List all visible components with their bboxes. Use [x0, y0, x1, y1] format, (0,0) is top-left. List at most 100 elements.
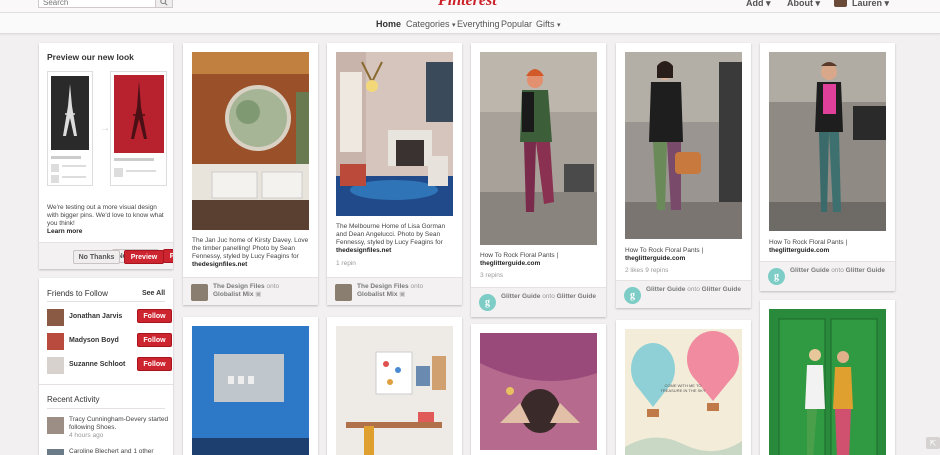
nav-categories-label: Categories [406, 19, 450, 29]
pinner-name[interactable]: The Design Files [213, 283, 265, 290]
pin-source-link[interactable]: theglitterguide.com [769, 247, 829, 254]
preview-button[interactable]: Preview [163, 249, 173, 263]
pinner-avatar[interactable]: g [479, 294, 496, 311]
activity-text: Caroline Blechert and 1 other [69, 448, 173, 455]
pin-image[interactable] [336, 326, 453, 455]
caret-down-icon: ▾ [452, 22, 456, 29]
pin-source-link[interactable]: theglitterguide.com [480, 260, 540, 267]
caret-down-icon: ▾ [557, 22, 561, 29]
friend-name[interactable]: Madyson Boyd [69, 337, 119, 344]
pinner-name[interactable]: Glitter Guide [790, 267, 829, 274]
top-bar: Pinterest Add ▾ About ▾ Lauren ▾ [0, 0, 940, 13]
friend-name[interactable]: Jonathan Jarvis [69, 313, 122, 320]
pinner-avatar[interactable]: g [768, 268, 785, 285]
board-name[interactable]: Globalist Mix [213, 291, 253, 298]
friend-row: Jonathan Jarvis Follow [47, 307, 173, 327]
recent-activity-title: Recent Activity [47, 395, 100, 404]
pin-stats: 1 repin [336, 260, 356, 267]
no-thanks-button[interactable]: No Thanks [73, 250, 120, 264]
board-name[interactable]: Glitter Guide [557, 293, 596, 300]
pin-attribution-text: Glitter Guide onto Glitter Guide [790, 267, 892, 275]
search-input[interactable] [38, 0, 156, 8]
friend-name[interactable]: Suzanne Schloot [69, 361, 125, 368]
nav-gifts[interactable]: Gifts ▾ [536, 19, 561, 29]
scroll-top-icon[interactable]: ⇱ [926, 437, 940, 449]
friend-avatar[interactable] [47, 309, 64, 326]
follow-button[interactable]: Follow [137, 333, 172, 347]
pin-description-text: How To Rock Floral Pants | [769, 239, 848, 246]
nav-gifts-label: Gifts [536, 19, 555, 29]
user-name: Lauren [852, 0, 883, 8]
pinner-name[interactable]: Glitter Guide [501, 293, 540, 300]
pin-description-text: The Melbourne Home of Lisa Gorman and De… [336, 223, 446, 246]
search-button[interactable] [155, 0, 173, 8]
pin-image[interactable] [192, 326, 309, 455]
pin-stats: 2 likes 9 repins [625, 267, 669, 274]
eiffel-tower-red-image [114, 75, 164, 153]
add-menu[interactable]: Add ▾ [746, 0, 771, 9]
onto-label: onto [410, 283, 424, 290]
pin-card[interactable] [471, 324, 606, 455]
pin-image[interactable] [625, 52, 742, 239]
user-menu[interactable]: Lauren ▾ [852, 0, 889, 9]
pinterest-logo[interactable]: Pinterest [438, 0, 497, 10]
activity-text: Tracy Cunningham-Devery started followin… [69, 416, 173, 440]
board-name[interactable]: Globalist Mix [357, 291, 397, 298]
pin-card[interactable]: How To Rock Floral Pants | theglitterguid… [471, 43, 606, 317]
pin-attribution-text: The Design Files onto Globalist Mix ▣ [213, 283, 315, 299]
pin-card[interactable] [183, 317, 318, 455]
see-all-link[interactable]: See All [142, 290, 165, 297]
pinner-avatar[interactable] [335, 284, 352, 301]
pin-card[interactable]: The Melbourne Home of Lisa Gorman and De… [327, 43, 462, 305]
pinner-name[interactable]: The Design Files [357, 283, 409, 290]
pin-description-text: How To Rock Floral Pants | [625, 247, 704, 254]
pin-card[interactable]: How To Rock Floral Pants | theglitterguid… [616, 43, 751, 308]
pin-image[interactable] [769, 52, 886, 231]
pin-image[interactable]: COME WITH ME TO TREASURE IN THE SKY [625, 329, 742, 455]
friend-avatar[interactable] [47, 357, 64, 374]
friend-avatar[interactable] [47, 333, 64, 350]
pin-image[interactable] [480, 333, 597, 450]
pin-card[interactable]: How To Rock Floral Pants | theglitterguid… [760, 43, 895, 291]
board-name[interactable]: Glitter Guide [846, 267, 885, 274]
pin-source-link[interactable]: thedesignfiles.net [192, 261, 247, 268]
pin-card[interactable] [760, 300, 895, 455]
pin-source-link[interactable]: thedesignfiles.net [336, 247, 391, 254]
activity-description: Tracy Cunningham-Devery started followin… [69, 416, 169, 431]
follow-button[interactable]: Follow [137, 309, 172, 323]
pin-source-link[interactable]: theglitterguide.com [625, 255, 685, 262]
pin-attribution-text: Glitter Guide onto Glitter Guide [501, 293, 603, 301]
pinner-avatar[interactable]: g [624, 287, 641, 304]
eiffel-tower-image [51, 76, 89, 150]
pin-card[interactable] [327, 317, 462, 455]
nav-popular[interactable]: Popular [501, 19, 532, 29]
pin-image[interactable] [192, 52, 309, 230]
pin-image[interactable] [480, 52, 597, 245]
preview-button[interactable]: Preview [124, 250, 164, 264]
nav-everything[interactable]: Everything [457, 19, 500, 29]
caret-down-icon: ▾ [766, 0, 771, 8]
add-label: Add [746, 0, 764, 8]
follow-button[interactable]: Follow [137, 357, 172, 371]
activity-avatar[interactable] [47, 449, 64, 455]
about-menu[interactable]: About ▾ [787, 0, 820, 9]
activity-avatar[interactable] [47, 417, 64, 434]
pin-card[interactable]: COME WITH ME TO TREASURE IN THE SKY [616, 320, 751, 455]
pin-card[interactable]: The Jan Juc home of Kirsty Davey. Love t… [183, 43, 318, 305]
nav-categories[interactable]: Categories ▾ [406, 19, 456, 29]
pinner-name[interactable]: Glitter Guide [646, 286, 685, 293]
user-avatar[interactable] [834, 0, 847, 7]
pinner-avatar[interactable] [191, 284, 208, 301]
caret-down-icon: ▾ [884, 0, 890, 8]
nav-home[interactable]: Home [376, 19, 401, 29]
board-name[interactable]: Glitter Guide [702, 286, 741, 293]
friend-row: Suzanne Schloot Follow [47, 355, 173, 375]
pin-attribution: The Design Files onto Globalist Mix ▣ [327, 277, 462, 305]
learn-more-link[interactable]: Learn more [47, 228, 82, 235]
pin-image[interactable] [769, 309, 886, 455]
pin-description: How To Rock Floral Pants | theglitterguid… [480, 252, 600, 268]
pin-image[interactable] [336, 52, 453, 216]
friends-to-follow-card: Friends to Follow See All Jonathan Jarvi… [39, 278, 173, 455]
pin-description-text: The Jan Juc home of Kirsty Davey. Love t… [192, 237, 309, 260]
caret-down-icon: ▾ [815, 0, 821, 8]
